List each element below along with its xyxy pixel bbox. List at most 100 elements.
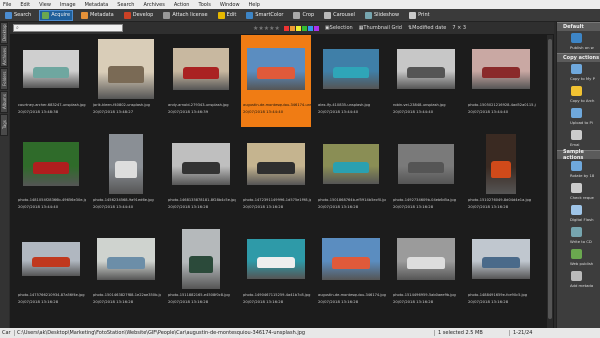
scrollbar-thumb[interactable] [548,39,552,319]
action-item[interactable]: Web publish [557,247,600,269]
thumbnail-item[interactable]: photo-1505021216928-4ad52a0115.jpg 20/07/… [466,35,536,127]
thumbnail-filename: alex-lfy-410835-unsplash.jpg [318,103,371,107]
rating-filter[interactable]: ★★★★★ [253,25,280,32]
thumbnail-image[interactable] [322,238,380,280]
toolbar-button-crop[interactable]: Crop [291,10,316,21]
thumbnail-item[interactable]: photo-1481054f28366b-49656e30e.jpg 20/07/… [16,130,86,222]
toolbar-button-search[interactable]: Search [3,10,33,21]
thumbnail-image[interactable] [173,48,229,90]
thumbnail-item[interactable]: alex-lfy-410835-unsplash.jpg 20/07/2018 1… [316,35,386,127]
sort-dropdown[interactable]: ⇅ Modified date [408,25,446,31]
thumbnail-image[interactable] [247,48,305,90]
vertical-scrollbar[interactable] [547,35,553,328]
toolbar-button-acquire[interactable]: Acquire [39,9,74,21]
thumbnail-image[interactable] [397,238,455,280]
thumbnail-image[interactable] [323,49,379,89]
thumbnail-item[interactable]: photo-1501463827f88-1e22ae350b.jpg 20/07/… [91,225,161,317]
toolbar-button-slideshow[interactable]: Slideshow [363,10,401,21]
left-tab-albums[interactable]: Albums [0,91,8,113]
menu-item-file[interactable]: File [3,2,11,8]
view-dropdown[interactable]: ▦ Thumbnail Grid [359,25,402,31]
action-item[interactable]: Write to CD [557,225,600,247]
toolbar-button-carousel[interactable]: Carousel [322,10,357,21]
toolbar-button-attach-license[interactable]: Attach license [161,10,209,21]
menu-item-view[interactable]: View [39,2,51,8]
color-label-filter[interactable] [283,25,319,31]
thumbnail-item[interactable]: photo-1472391149996-1d575e1f98.jpg 20/07/… [241,130,311,222]
red-label-icon[interactable] [283,25,289,31]
orange-label-icon[interactable] [289,25,295,31]
left-tab-desktop[interactable]: Desktop [0,22,8,44]
left-tab-tags[interactable]: Tags [0,114,8,136]
thumbnail-image[interactable] [486,134,516,194]
thumbnail-item[interactable]: augustin-de-montesquiou-346174.jpg 20/07/… [316,225,386,317]
thumbnail-image[interactable] [247,239,305,279]
thumbnail-item[interactable]: photo-1490467115259-4a41b7c8.jpg 20/07/20… [241,225,311,317]
action-item[interactable]: Copy to Arch [557,84,600,106]
thumbnail-image[interactable] [97,238,155,280]
blue-label-icon[interactable] [307,25,313,31]
toolbar-button-develop[interactable]: Develop [122,10,156,21]
action-item[interactable]: Emai [557,128,600,150]
thumbnail-item[interactable]: courtney-archer-683247-unsplash.jpg 20/07… [16,35,86,127]
thumbnail-item[interactable]: robin-vei-23848-unsplash.jpg 20/07/2018 1… [391,35,461,127]
left-tab-archives[interactable]: Archives [0,45,8,67]
menu-item-tools[interactable]: Tools [198,2,210,8]
thumbnail-item[interactable]: augustin-de-montesquiou-346174-unsplash.… [241,35,311,127]
thumbnail-image[interactable] [398,144,454,184]
thumbnail-image[interactable] [109,134,143,194]
action-item[interactable]: Digital Flash [557,203,600,225]
action-group-header[interactable]: Sample actions [557,149,600,161]
menu-item-help[interactable]: Help [249,2,260,8]
thumbnail-item[interactable]: photo-1468135878181-8f28b4c5e.jpg 20/07/2… [166,130,236,222]
action-item[interactable]: Upload to Pi [557,106,600,128]
action-item[interactable]: Check reque [557,181,600,203]
thumbnail-image[interactable] [397,49,455,89]
menu-item-action[interactable]: Action [174,2,190,8]
thumbnail-image[interactable] [247,143,305,185]
thumbnail-image[interactable] [172,143,230,185]
thumbnail-date: 20/07/2018 13:46:39 [168,109,209,114]
thumbnail-image[interactable] [472,239,530,279]
thumbnail-image[interactable] [472,49,530,89]
green-label-icon[interactable] [301,25,307,31]
search-input[interactable]: ⌕ [13,24,123,32]
action-item[interactable]: Copy to My P [557,62,600,84]
thumbnail-image[interactable] [22,242,80,276]
menu-item-edit[interactable]: Edit [20,2,30,8]
action-item[interactable]: Add metada [557,269,600,291]
thumbnail-item[interactable]: andy-arnold-279343-unsplash.jpg 20/07/201… [166,35,236,127]
thumbnail-item[interactable]: jorik-kleen-f40802-unsplash.jpg 20/07/201… [91,35,161,127]
action-group-header[interactable]: Copy actions [557,53,600,62]
menu-item-metadata[interactable]: Metadata [85,2,109,8]
yellow-label-icon[interactable] [295,25,301,31]
action-group-header[interactable]: Default [557,22,600,31]
thumbnail-item[interactable]: photo-1456234568-9a91ed6e.jpg 20/07/2018 … [91,130,161,222]
menu-item-archives[interactable]: Archives [143,2,164,8]
toolbar-button-metadata[interactable]: Metadata [79,10,116,21]
action-item[interactable]: Publish on w [557,31,600,53]
menu-item-image[interactable]: Image [60,2,76,8]
thumbnail-image[interactable] [23,142,79,186]
thumbnail-item[interactable]: photo-1488491659e-fce90c5.jpg 20/07/2018 … [466,225,536,317]
left-tab-folders[interactable]: Folders [0,68,8,90]
thumbnail-item[interactable]: photo-1510276049-8d04d4e1a.jpg 20/07/2018… [466,130,536,222]
thumbnail-item[interactable]: photo-1492734609b-04eb6d5a.jpg 20/07/2018… [391,130,461,222]
thumbnail-image[interactable] [23,50,79,88]
thumbnail-image[interactable] [98,39,154,99]
menu-item-search[interactable]: Search [117,2,134,8]
purple-label-icon[interactable] [313,25,319,31]
grid-size-dropdown[interactable]: 7 × 3 [452,25,466,31]
toolbar-button-print[interactable]: Print [407,10,432,21]
thumbnail-image[interactable] [182,229,220,289]
menu-item-window[interactable]: Window [220,2,240,8]
toolbar-button-smartcolor[interactable]: SmartColor [244,10,285,21]
thumbnail-item[interactable]: photo-1501868764b-ef5914b5ecf0.jpg 20/07/… [316,130,386,222]
thumbnail-item[interactable]: photo-1511882165-e4508f0c8.jpg 20/07/2018… [166,225,236,317]
thumbnail-image[interactable] [323,144,379,184]
thumbnail-item[interactable]: photo-1514496959-5ab0aee9b.jpg 20/07/2018… [391,225,461,317]
thumbnail-item[interactable]: photo-1475766210934-87a56f4e.jpg 20/07/20… [16,225,86,317]
toolbar-button-edit[interactable]: Edit [216,10,239,21]
action-item[interactable]: Rotate by 18 [557,159,600,181]
selection-dropdown[interactable]: ▣ Selection [325,25,353,31]
